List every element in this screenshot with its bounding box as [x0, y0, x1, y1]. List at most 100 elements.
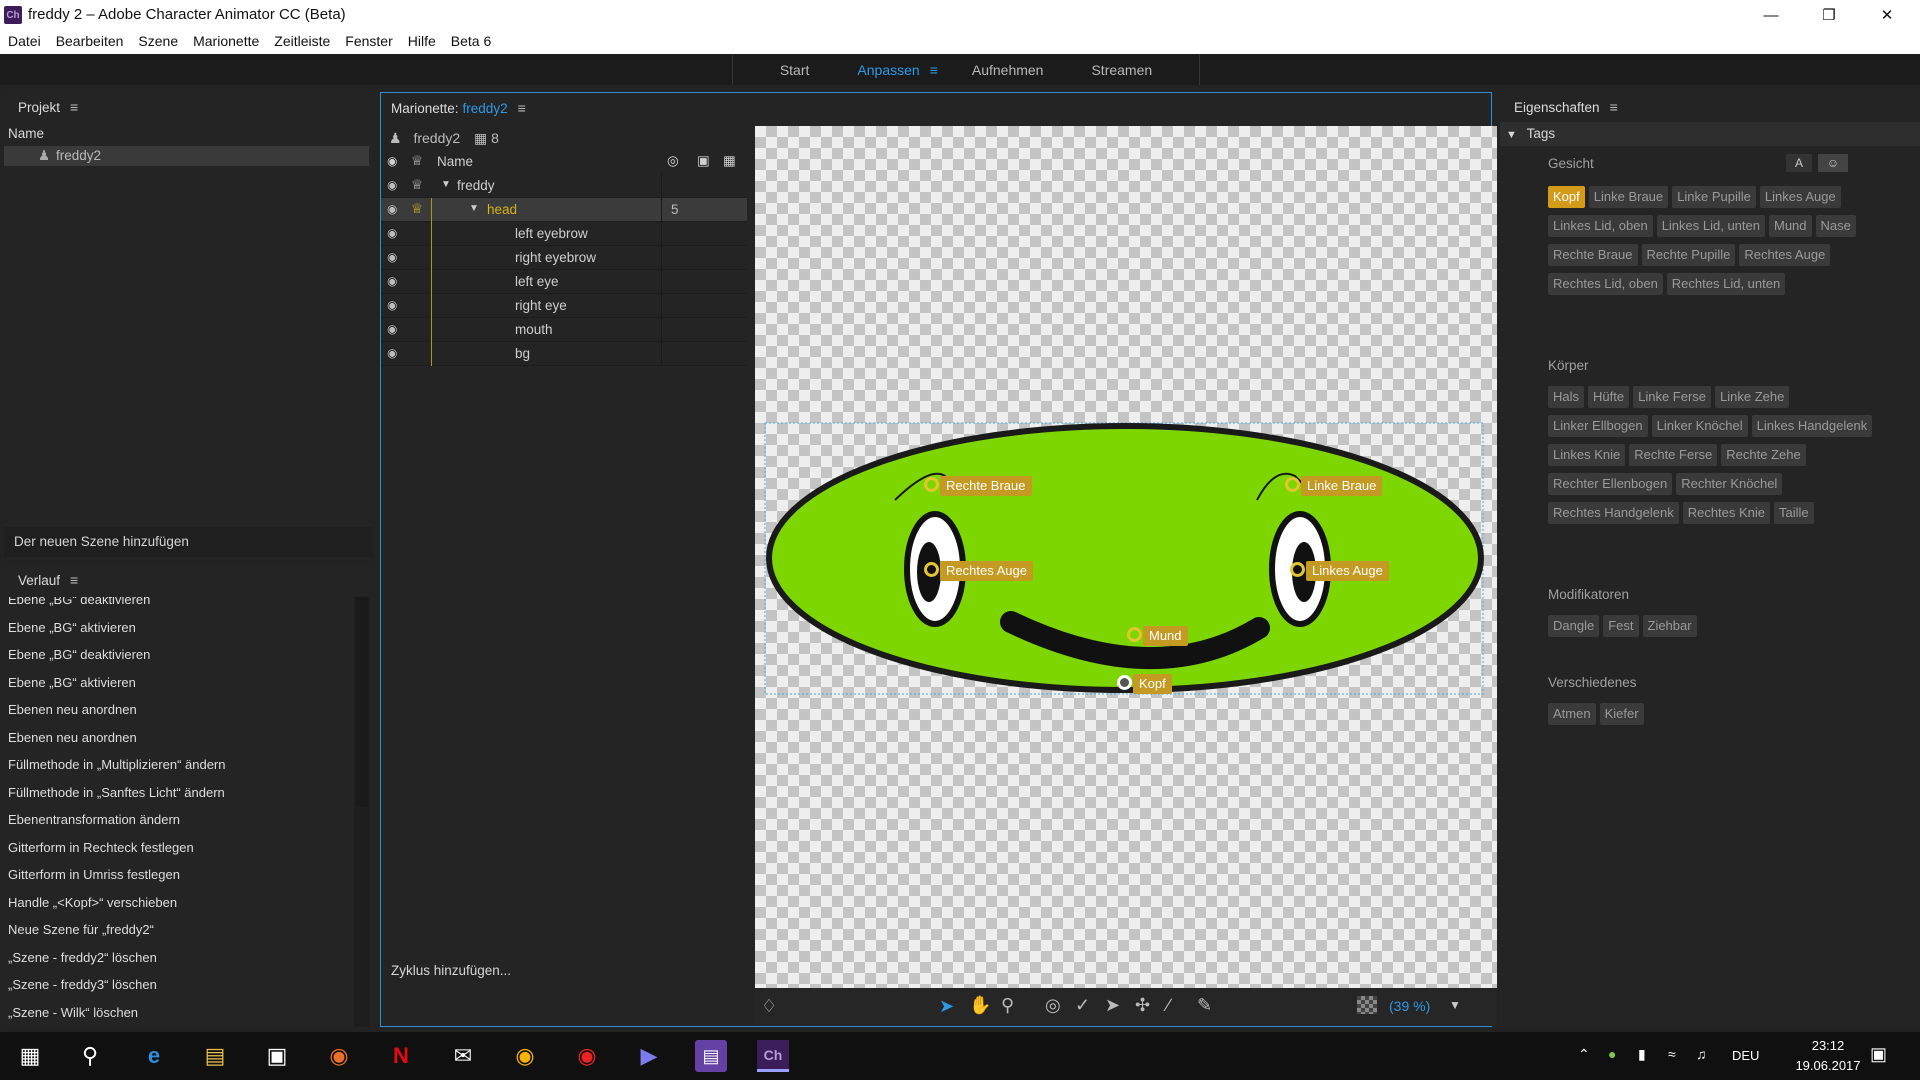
- media-player-icon[interactable]: ▶: [633, 1040, 665, 1072]
- pin-tool-icon[interactable]: ➤: [1105, 995, 1120, 1016]
- store-icon[interactable]: ▣: [261, 1040, 293, 1072]
- handle-head[interactable]: [1117, 675, 1132, 690]
- eye-icon[interactable]: ◉: [387, 250, 397, 264]
- target-column-icon[interactable]: ◎: [667, 153, 679, 169]
- history-item[interactable]: Füllmethode in „Multiplizieren“ ändern: [4, 751, 352, 779]
- mail-icon[interactable]: ✉: [447, 1040, 479, 1072]
- grid-column-icon[interactable]: ▦: [723, 153, 736, 169]
- tag-chip[interactable]: Linke Ferse: [1633, 386, 1712, 408]
- menu-marionette[interactable]: Marionette: [193, 30, 259, 54]
- eye-icon[interactable]: ◉: [387, 178, 397, 192]
- character-animator-icon[interactable]: Ch: [757, 1040, 789, 1072]
- tag-chip[interactable]: Hals: [1548, 386, 1585, 408]
- tray-app-icon[interactable]: ●: [1608, 1046, 1616, 1062]
- tag-chip[interactable]: Ziehbar: [1642, 615, 1697, 637]
- dragger-tool-icon[interactable]: ✣: [1135, 995, 1150, 1016]
- tag-chip[interactable]: Rechtes Handgelenk: [1548, 502, 1679, 524]
- layer-row-mouth[interactable]: ◉ mouth: [381, 318, 747, 342]
- search-icon[interactable]: ⚲: [74, 1040, 106, 1072]
- zoom-tool-icon[interactable]: ⚲: [1001, 995, 1014, 1016]
- edge-icon[interactable]: e: [138, 1040, 170, 1072]
- netflix-icon[interactable]: N: [385, 1040, 417, 1072]
- tag-chip[interactable]: Rechtes Auge: [1739, 244, 1831, 266]
- tag-chip[interactable]: Kopf: [1548, 186, 1585, 208]
- battery-icon[interactable]: ▮: [1638, 1046, 1646, 1063]
- history-item[interactable]: Handle „<Kopf>“ verschieben: [4, 889, 352, 917]
- eye-icon[interactable]: ◉: [387, 202, 397, 216]
- history-item[interactable]: Ebenentransformation ändern: [4, 806, 352, 834]
- eigenschaften-menu-icon[interactable]: ≡: [1610, 99, 1618, 115]
- tag-chip[interactable]: Linkes Lid, oben: [1548, 215, 1653, 237]
- zoom-dropdown-icon[interactable]: ▼: [1449, 998, 1461, 1012]
- add-cycle-button[interactable]: Zyklus hinzufügen...: [381, 956, 751, 986]
- tag-chip[interactable]: Dangle: [1548, 615, 1600, 637]
- layer-row-bg[interactable]: ◉ bg: [381, 342, 747, 366]
- history-scrollbar[interactable]: [354, 597, 370, 1027]
- tag-chip[interactable]: Rechter Knöchel: [1676, 473, 1783, 495]
- history-item[interactable]: Ebenen neu anordnen: [4, 696, 352, 724]
- language-indicator[interactable]: DEU: [1732, 1048, 1759, 1063]
- layer-row-freddy[interactable]: ◉ ♕ ▼ freddy: [381, 174, 747, 198]
- tab-aufnehmen[interactable]: Aufnehmen: [972, 62, 1044, 78]
- hand-tool-icon[interactable]: ✋: [969, 995, 991, 1016]
- tag-chip[interactable]: Linkes Lid, unten: [1656, 215, 1765, 237]
- puppet-canvas[interactable]: Rechte Braue Linke Braue Rechtes Auge Li…: [755, 126, 1497, 988]
- menu-szene[interactable]: Szene: [138, 30, 178, 54]
- eye-icon[interactable]: ◉: [387, 346, 397, 360]
- tag-chip[interactable]: Linkes Handgelenk: [1751, 415, 1873, 437]
- puppet-tag-icon[interactable]: ♢: [761, 996, 777, 1017]
- zoom-level[interactable]: (39 %): [1389, 998, 1430, 1014]
- firefox-icon[interactable]: ◉: [323, 1040, 355, 1072]
- eye-icon[interactable]: ◉: [387, 322, 397, 336]
- tag-chip[interactable]: Rechtes Knie: [1682, 502, 1771, 524]
- tag-chip[interactable]: Rechtes Lid, oben: [1548, 273, 1663, 295]
- tag-chip[interactable]: Mund: [1768, 215, 1812, 237]
- layer-row-left-eyebrow[interactable]: ◉ left eyebrow: [381, 222, 747, 246]
- close-button[interactable]: ✕: [1858, 0, 1916, 30]
- tag-chip[interactable]: Rechte Ferse: [1629, 444, 1718, 466]
- eye-icon[interactable]: ◉: [387, 226, 397, 240]
- tag-chip[interactable]: Rechte Zehe: [1721, 444, 1806, 466]
- menu-hilfe[interactable]: Hilfe: [408, 30, 436, 54]
- tag-chip[interactable]: Rechtes Lid, unten: [1666, 273, 1786, 295]
- line-tool-icon[interactable]: ✎: [1197, 995, 1212, 1016]
- explorer-icon[interactable]: ▤: [199, 1040, 231, 1072]
- eye-icon[interactable]: ◉: [387, 274, 397, 288]
- menu-fenster[interactable]: Fenster: [345, 30, 392, 54]
- restore-button[interactable]: ❐: [1800, 0, 1858, 30]
- tab-start[interactable]: Start: [780, 62, 810, 78]
- tag-chip[interactable]: Kiefer: [1599, 703, 1644, 725]
- tag-chip[interactable]: Rechter Ellenbogen: [1548, 473, 1673, 495]
- disclosure-triangle-icon[interactable]: ▼: [469, 203, 479, 214]
- windows-start-icon[interactable]: ▦: [14, 1040, 46, 1072]
- select-tool-icon[interactable]: ➤: [939, 996, 954, 1017]
- camera-column-icon[interactable]: ▣: [697, 153, 710, 169]
- origin-tool-icon[interactable]: ◎: [1045, 995, 1061, 1016]
- history-item[interactable]: Ebene „BG“ deaktivieren: [4, 641, 352, 669]
- clock-time[interactable]: 23:12: [1786, 1038, 1870, 1053]
- handle-left-eye[interactable]: [1290, 562, 1305, 577]
- layer-row-right-eye[interactable]: ◉ right eye: [381, 294, 747, 318]
- history-item[interactable]: „Szene - freddy3“ löschen: [4, 971, 352, 999]
- twitch-icon[interactable]: ▤: [695, 1040, 727, 1072]
- text-tag-button[interactable]: A: [1786, 154, 1812, 172]
- history-item[interactable]: Neue Szene für „freddy2“: [4, 916, 352, 944]
- disclosure-triangle-icon[interactable]: ▼: [441, 179, 451, 190]
- marionette-puppet-link[interactable]: freddy2: [463, 101, 508, 116]
- chrome-icon[interactable]: ◉: [509, 1040, 541, 1072]
- menu-beta[interactable]: Beta 6: [451, 30, 491, 54]
- history-item[interactable]: Ebene „BG“ aktivieren: [4, 669, 352, 697]
- history-item[interactable]: Ebene „BG“ deaktivieren: [4, 597, 352, 614]
- history-item[interactable]: Gitterform in Umriss festlegen: [4, 861, 352, 889]
- projekt-item[interactable]: ♟ freddy2: [4, 146, 369, 166]
- wifi-icon[interactable]: ≈: [1668, 1046, 1676, 1062]
- history-item[interactable]: Ebene „BG“ aktivieren: [4, 614, 352, 642]
- menu-bearbeiten[interactable]: Bearbeiten: [56, 30, 124, 54]
- tag-chip[interactable]: Linkes Auge: [1759, 186, 1841, 208]
- tag-chip[interactable]: Linkes Knie: [1548, 444, 1626, 466]
- layer-row-left-eye[interactable]: ◉ left eye: [381, 270, 747, 294]
- tag-chip[interactable]: Rechte Pupille: [1641, 244, 1736, 266]
- eye-icon[interactable]: ◉: [387, 298, 397, 312]
- add-to-scene-button[interactable]: Der neuen Szene hinzufügen: [4, 527, 373, 557]
- minimize-button[interactable]: —: [1742, 0, 1800, 30]
